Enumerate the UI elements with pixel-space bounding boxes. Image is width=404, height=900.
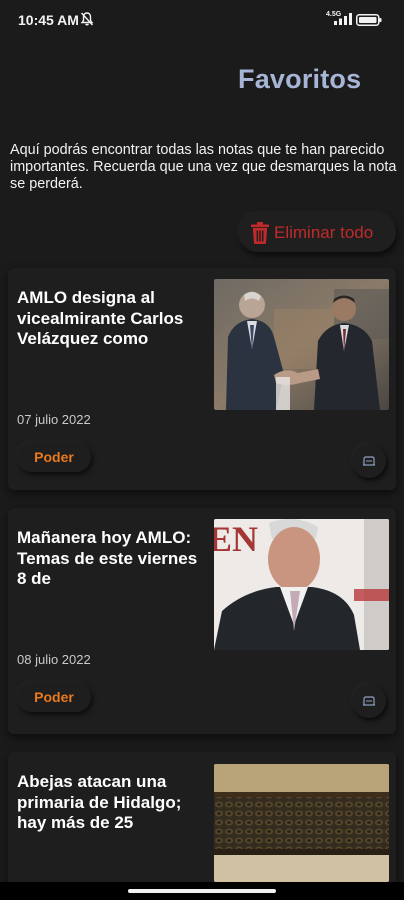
page-description: Aquí podrás encontrar todas las notas qu… (10, 142, 397, 192)
article-image[interactable] (214, 764, 389, 882)
bookmark-icon (363, 456, 375, 466)
article-date: 08 julio 2022 (17, 652, 91, 667)
delete-all-label: Eliminar todo (274, 223, 374, 242)
system-nav-bar (0, 882, 404, 900)
mute-icon (80, 12, 94, 26)
signal-icon (334, 13, 352, 25)
category-badge[interactable]: Poder (17, 442, 91, 472)
article-image[interactable]: EN (214, 519, 389, 650)
favorite-article-card[interactable]: Mañanera hoy AMLO: Temas de este viernes… (8, 508, 396, 734)
article-date: 07 julio 2022 (17, 412, 91, 427)
battery-icon (356, 14, 382, 26)
bookmark-button[interactable] (352, 444, 386, 478)
page-title: Favoritos (238, 64, 362, 94)
status-bar: 10:45 AM 4.5G (0, 0, 404, 40)
home-indicator[interactable] (128, 889, 276, 893)
svg-text:EN: EN (214, 519, 258, 559)
article-title[interactable]: Abejas atacan una primaria de Hidalgo; h… (17, 772, 207, 834)
status-time: 10:45 AM (18, 12, 79, 28)
delete-all-button[interactable]: Eliminar todo (238, 212, 396, 252)
article-title[interactable]: AMLO designa al vicealmirante Carlos Vel… (17, 288, 207, 350)
favorite-article-card[interactable]: Abejas atacan una primaria de Hidalgo; h… (8, 752, 396, 900)
favorite-article-card[interactable]: AMLO designa al vicealmirante Carlos Vel… (8, 268, 396, 490)
bookmark-icon (363, 696, 375, 706)
article-title[interactable]: Mañanera hoy AMLO: Temas de este viernes… (17, 528, 207, 590)
bookmark-button[interactable] (352, 684, 386, 718)
trash-icon (251, 222, 269, 244)
article-image[interactable] (214, 279, 389, 410)
category-badge[interactable]: Poder (17, 682, 91, 712)
